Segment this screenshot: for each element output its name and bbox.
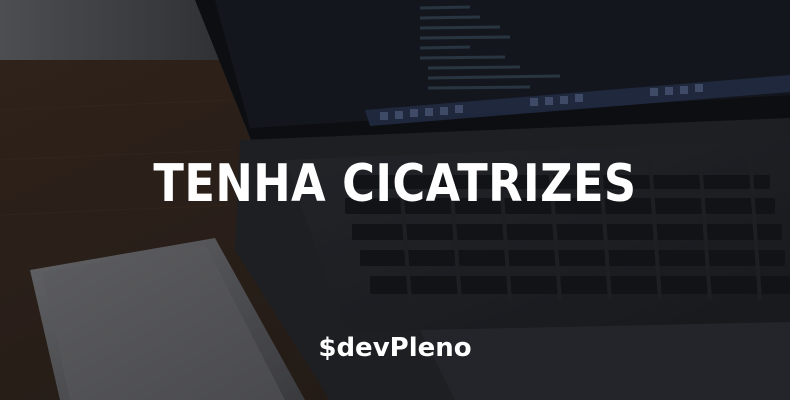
headline: TENHA CICATRIZES — [153, 154, 637, 214]
brand-logo: $devPleno — [318, 333, 472, 363]
